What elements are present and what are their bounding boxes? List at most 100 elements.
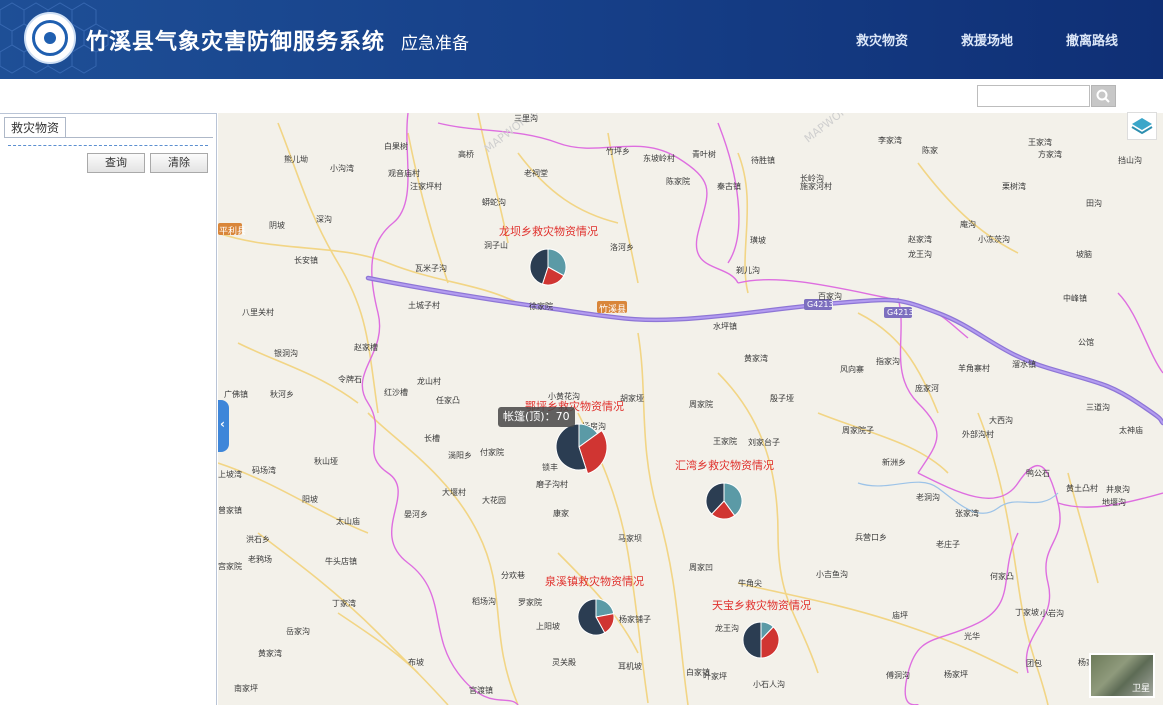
place-label: 康家	[553, 509, 569, 518]
place-label: 张家湾	[955, 509, 979, 518]
place-label: 磨子沟村	[536, 480, 568, 489]
place-label: 小石人沟	[753, 680, 785, 689]
place-label: 深沟	[316, 215, 332, 224]
place-label: 秋河乡	[270, 390, 294, 399]
place-label: 徐家院	[529, 302, 553, 311]
panel-collapse-button[interactable]: ‹	[218, 400, 229, 452]
place-label: 龙王沟	[908, 250, 932, 259]
meteorological-logo	[24, 12, 76, 64]
place-label: 龙王沟	[715, 624, 739, 633]
place-label: 周家凹	[689, 563, 713, 572]
tab-relief-supplies[interactable]: 救灾物资	[4, 117, 66, 138]
place-label: 马家坝	[618, 534, 642, 543]
place-label: 璜坡	[750, 236, 766, 245]
place-label: 土城子村	[408, 301, 440, 310]
place-label: 剃儿沟	[736, 266, 760, 275]
pie-title-tianbao: 天宝乡救灾物资情况	[712, 599, 811, 612]
place-label: 白果树	[384, 142, 408, 151]
place-label: 王家湾	[1028, 138, 1052, 147]
nav-evacuation-routes[interactable]: 撤离路线	[1066, 30, 1118, 49]
left-panel: 救灾物资 查询 清除	[0, 113, 217, 705]
chevron-left-icon: ‹	[220, 417, 225, 431]
town-badge: 竹溪县	[599, 305, 627, 315]
app-title: 竹溪县气象灾害防御服务系统	[86, 30, 386, 55]
place-label: 阴坡	[269, 221, 285, 230]
place-label: 井泉沟	[1106, 485, 1130, 494]
place-label: 高桥	[458, 150, 474, 159]
place-label: 上阳坡	[536, 622, 560, 631]
map-canvas[interactable]: MAPWORLD MAPWORLD G4213 G4213 竹溪县 平利县 三里…	[218, 113, 1163, 705]
place-label: 令牌石	[338, 375, 362, 384]
place-label: 洞子山	[484, 241, 508, 250]
place-label: 八里关村	[242, 308, 274, 317]
pie-title-quanxi: 泉溪镇救灾物资情况	[545, 575, 644, 588]
place-label: 小岩沟	[1040, 609, 1064, 618]
clear-button[interactable]: 清除	[150, 153, 208, 173]
place-label: 蟒蛇沟	[482, 198, 506, 207]
app-subtitle: 应急准备	[401, 34, 469, 54]
pie-chart-quanxi[interactable]	[572, 593, 620, 641]
place-label: 丁家湾	[332, 599, 356, 608]
place-label: 老洞沟	[916, 493, 940, 502]
pie-chart-huiwan[interactable]	[700, 477, 748, 525]
place-label: 洪石乡	[246, 535, 270, 544]
place-label: 秦古镇	[717, 182, 741, 191]
place-label: 汪家坪村	[410, 182, 442, 191]
place-label: 新洲乡	[882, 458, 906, 467]
place-label: 陈家	[922, 146, 938, 155]
place-label: 熊儿坳	[284, 155, 308, 164]
place-label: 码场湾	[252, 466, 276, 475]
place-label: 红沙槽	[384, 388, 408, 397]
place-label: 丁家坡	[1015, 608, 1039, 617]
place-label: 长槽	[424, 434, 440, 443]
layers-icon	[1131, 118, 1153, 135]
app-header: 竹溪县气象灾害防御服务系统 应急准备 救灾物资 救援场地 撤离路线	[0, 0, 1163, 79]
place-label: 百家沟	[818, 292, 842, 301]
place-label: 太神庙	[1119, 426, 1143, 435]
place-label: 光华	[964, 632, 980, 641]
place-label: 牛角尖	[738, 579, 762, 588]
place-label: 傅洞沟	[886, 671, 910, 680]
place-label: 赵家槽	[354, 343, 378, 352]
place-label: 官渡镇	[469, 686, 493, 695]
pie-chart-tianbao[interactable]	[737, 616, 785, 664]
pie-title-longba: 龙坝乡救灾物资情况	[499, 225, 598, 238]
place-label: 庞家河	[915, 384, 939, 393]
place-label: 稻场沟	[472, 597, 496, 606]
nav-rescue-sites[interactable]: 救援场地	[961, 30, 1013, 49]
place-label: 小沟湾	[330, 164, 354, 173]
pie-slice[interactable]	[742, 621, 762, 659]
nav-relief-supplies[interactable]: 救灾物资	[856, 30, 908, 49]
place-label: 付家院	[480, 448, 504, 457]
place-label: 东坡岭村	[643, 154, 675, 163]
layer-switch-button[interactable]	[1127, 112, 1157, 140]
place-label: 杨家铺子	[619, 615, 651, 624]
place-label: 耳机坡	[618, 662, 642, 671]
search-button[interactable]	[1091, 85, 1116, 107]
place-label: 银洞沟	[274, 349, 298, 358]
place-label: 牛头店镇	[325, 557, 357, 566]
place-label: 杨家坪	[944, 670, 968, 679]
place-label: 青叶树	[692, 150, 716, 159]
place-label: 鸭公石	[1026, 469, 1050, 478]
tab-divider	[4, 137, 213, 138]
place-label: 晏河乡	[404, 510, 428, 519]
place-label: 广佛镇	[224, 390, 248, 399]
query-button[interactable]: 查询	[87, 153, 145, 173]
place-label: 周家院子	[842, 426, 874, 435]
place-label: 黄土凸村	[1066, 484, 1098, 493]
place-label: 竹坪乡	[606, 147, 630, 156]
place-label: 王家院	[713, 437, 737, 446]
place-label: 曾家镇	[218, 506, 242, 515]
place-label: 黄家湾	[744, 354, 768, 363]
pie-chart-longba[interactable]	[524, 243, 572, 291]
place-label: 分欢巷	[501, 571, 525, 580]
satellite-view-button[interactable]: 卫星	[1089, 653, 1155, 698]
place-label: 瓦米子沟	[415, 264, 447, 273]
place-label: 秋山垭	[314, 457, 338, 466]
place-label: 大花园	[482, 496, 506, 505]
place-label: 指家沟	[876, 357, 900, 366]
place-label: 方家湾	[1038, 150, 1062, 159]
search-input[interactable]	[977, 85, 1090, 107]
place-label: 水坪镇	[713, 322, 737, 331]
